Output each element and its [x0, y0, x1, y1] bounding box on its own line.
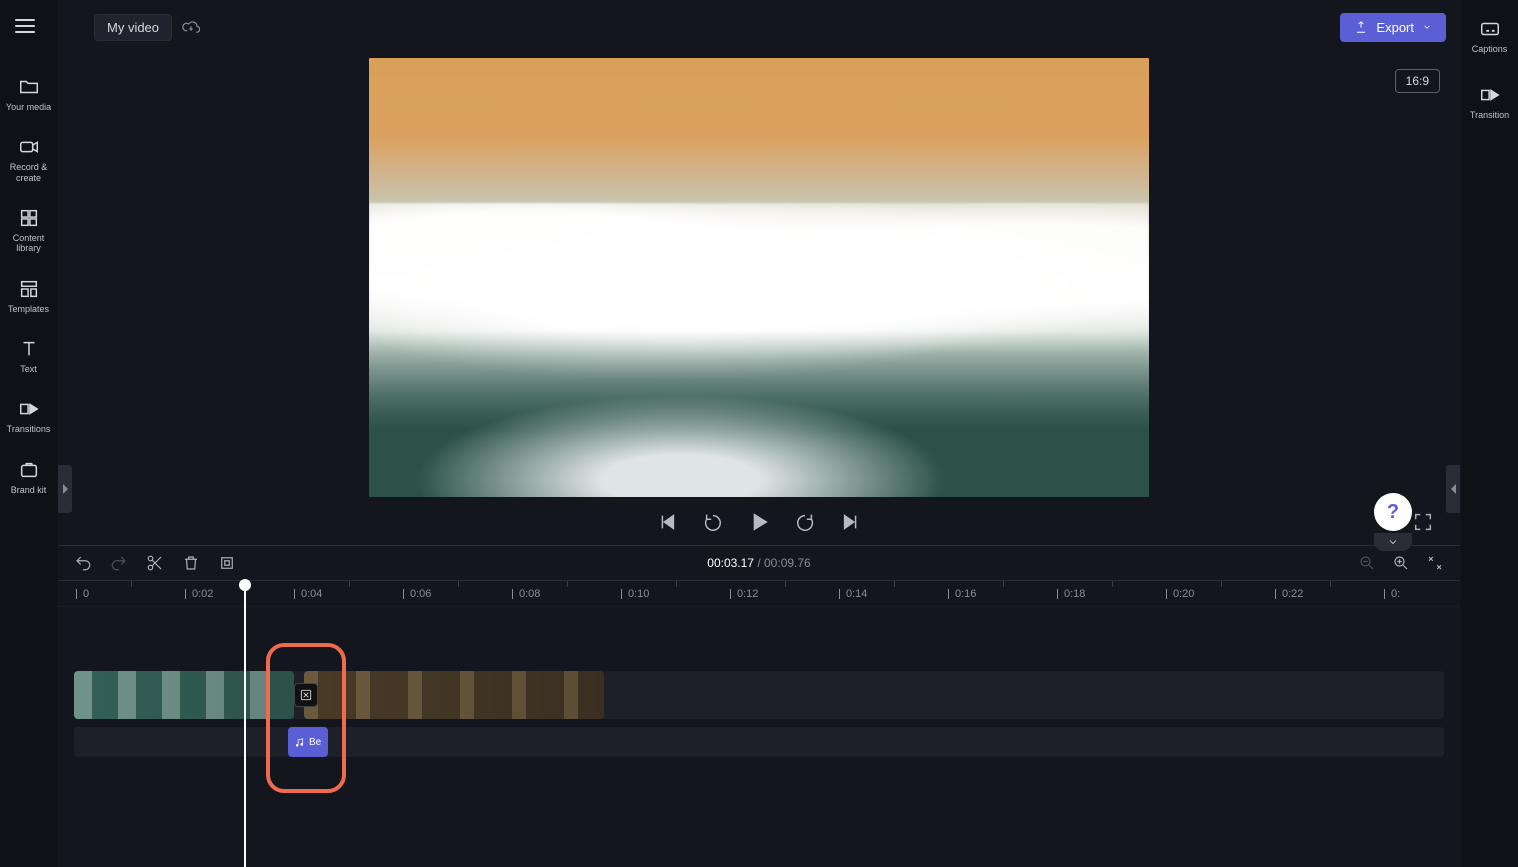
right-rail: Captions Transition [1460, 0, 1518, 867]
upload-icon [1354, 20, 1368, 34]
rail-label: Record & create [2, 162, 55, 183]
ruler-tick: 0 [76, 581, 89, 606]
ruler-subtick [676, 581, 677, 587]
export-label: Export [1376, 20, 1414, 35]
ruler-subtick [1112, 581, 1113, 587]
rail-templates[interactable]: Templates [0, 268, 57, 324]
ruler-subtick [1221, 581, 1222, 587]
ruler-tick: 0:18 [1057, 581, 1085, 606]
rail-label: Your media [6, 102, 51, 112]
rail-record-create[interactable]: Record & create [0, 126, 57, 193]
transition-x-icon [299, 688, 313, 702]
rail-label: Content library [2, 233, 55, 254]
ruler-tick: 0:02 [185, 581, 213, 606]
ruler-tick: 0:06 [403, 581, 431, 606]
rail-transitions[interactable]: Transitions [0, 388, 57, 444]
timecode-total: 00:09.76 [764, 556, 811, 570]
player-controls [656, 511, 862, 533]
rail-captions[interactable]: Captions [1461, 8, 1518, 64]
ruler-tick: 0:04 [294, 581, 322, 606]
ruler-tick: 0:14 [839, 581, 867, 606]
ruler-subtick [567, 581, 568, 587]
right-drawer-toggle[interactable] [1446, 465, 1460, 513]
ruler-subtick [131, 581, 132, 587]
ruler-tick: 0:16 [948, 581, 976, 606]
crop-button[interactable] [218, 554, 236, 572]
music-note-icon [294, 737, 305, 748]
folder-icon [18, 76, 40, 98]
rewind-button[interactable] [702, 511, 724, 533]
ruler-subtick [1003, 581, 1004, 587]
rail-label: Text [20, 364, 37, 374]
fullscreen-button[interactable] [1412, 511, 1434, 533]
rail-transition[interactable]: Transition [1461, 74, 1518, 130]
timeline-toolbar: 00:03.17 / 00:09.76 [58, 545, 1460, 581]
left-rail: Your media Record & create Content libra… [0, 0, 58, 867]
text-icon [18, 338, 40, 360]
rail-content-library[interactable]: Content library [0, 197, 57, 264]
aspect-ratio-badge[interactable]: 16:9 [1395, 69, 1440, 93]
audio-clip-label: Be [309, 737, 321, 748]
timecode-display: 00:03.17 / 00:09.76 [707, 556, 810, 570]
rail-label: Transition [1470, 110, 1509, 120]
menu-button[interactable] [15, 12, 43, 40]
templates-icon [18, 278, 40, 300]
timeline-tracks[interactable]: Be [58, 607, 1460, 867]
center-panel: My video Export 16:9 ? [58, 0, 1460, 867]
rail-brand-kit[interactable]: Brand kit [0, 449, 57, 505]
fit-timeline-button[interactable] [1426, 554, 1444, 572]
transition-icon [1479, 84, 1501, 106]
redo-button[interactable] [110, 554, 128, 572]
ruler-tick: 0:22 [1275, 581, 1303, 606]
topbar: My video Export [58, 0, 1460, 55]
ruler-subtick [349, 581, 350, 587]
video-clip-2[interactable] [304, 671, 604, 719]
ruler-subtick [894, 581, 895, 587]
audio-track[interactable]: Be [74, 727, 1444, 757]
rail-label: Captions [1472, 44, 1508, 54]
ruler-subtick [1330, 581, 1331, 587]
timecode-current: 00:03.17 [707, 556, 754, 570]
left-drawer-toggle[interactable] [58, 465, 72, 513]
ruler-tick: 0:08 [512, 581, 540, 606]
rail-your-media[interactable]: Your media [0, 66, 57, 122]
playhead[interactable] [244, 581, 246, 867]
library-icon [18, 207, 40, 229]
camera-icon [18, 136, 40, 158]
rail-label: Templates [8, 304, 49, 314]
delete-button[interactable] [182, 554, 200, 572]
export-button[interactable]: Export [1340, 13, 1446, 42]
cloud-sync-icon[interactable] [182, 18, 200, 36]
help-button[interactable]: ? [1374, 493, 1412, 531]
play-button[interactable] [748, 511, 770, 533]
ruler-tick: 0:10 [621, 581, 649, 606]
video-clip-1[interactable] [74, 671, 294, 719]
rail-label: Brand kit [11, 485, 47, 495]
preview-canvas[interactable] [369, 58, 1149, 497]
brandkit-icon [18, 459, 40, 481]
timeline-ruler[interactable]: 0 0:02 0:04 0:06 0:08 0:10 0:12 0:14 0:16 0:18 0:2… [58, 581, 1460, 607]
rail-label: Transitions [7, 424, 51, 434]
transition-marker[interactable] [294, 683, 318, 707]
audio-clip[interactable]: Be [288, 727, 328, 757]
project-title[interactable]: My video [94, 14, 172, 41]
transitions-icon [18, 398, 40, 420]
video-track[interactable] [74, 671, 1444, 719]
captions-icon [1479, 18, 1501, 40]
zoom-out-button[interactable] [1358, 554, 1376, 572]
undo-button[interactable] [74, 554, 92, 572]
skip-end-button[interactable] [840, 511, 862, 533]
ruler-tick: 0: [1384, 581, 1400, 606]
zoom-in-button[interactable] [1392, 554, 1410, 572]
preview-stage: 16:9 ? [58, 55, 1460, 545]
ruler-subtick [785, 581, 786, 587]
ruler-tick: 0:20 [1166, 581, 1194, 606]
split-button[interactable] [146, 554, 164, 572]
forward-button[interactable] [794, 511, 816, 533]
ruler-tick: 0:12 [730, 581, 758, 606]
skip-start-button[interactable] [656, 511, 678, 533]
rail-text[interactable]: Text [0, 328, 57, 384]
chevron-down-icon [1422, 22, 1432, 32]
ruler-subtick [458, 581, 459, 587]
